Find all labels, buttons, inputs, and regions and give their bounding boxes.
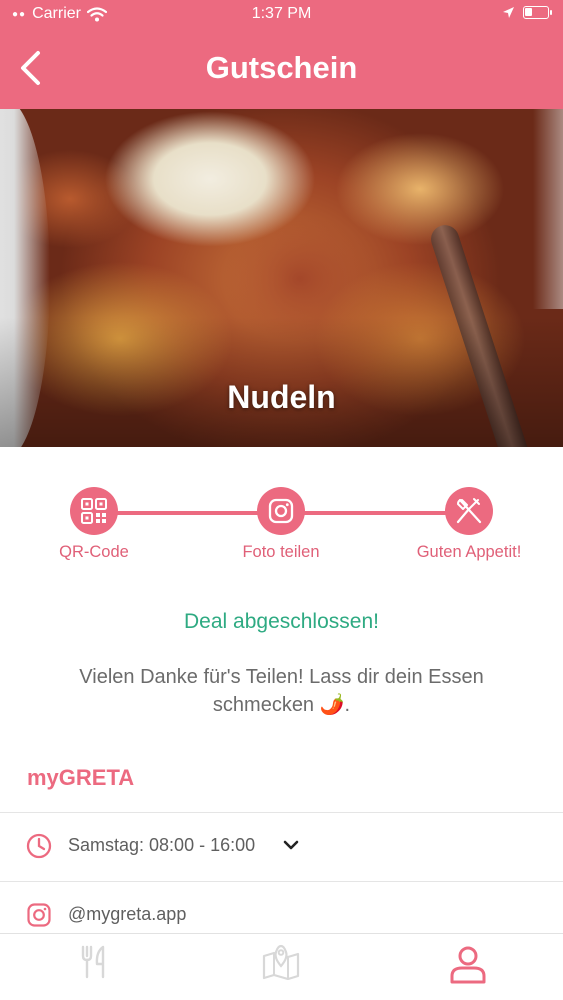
tab-profile[interactable] [438, 944, 498, 994]
battery-icon [523, 6, 552, 19]
divider [0, 812, 563, 813]
restaurant-name: myGRETA [27, 765, 135, 790]
instagram-row[interactable]: @mygreta.app [0, 892, 563, 938]
page-title: Gutschein [205, 50, 358, 85]
step-circle [445, 487, 493, 535]
voucher-steps: QR-Code Foto teilen Guten Appetit! [0, 487, 563, 567]
instagram-icon [268, 498, 294, 524]
clock-icon [26, 833, 52, 859]
chevron-down-icon[interactable] [283, 838, 299, 854]
battery-fill [525, 8, 532, 16]
profile-icon [450, 946, 486, 984]
step-label: Foto teilen [242, 543, 320, 561]
tab-map[interactable] [251, 944, 311, 994]
instagram-handle: @mygreta.app [68, 904, 187, 924]
step-enjoy-meal[interactable]: Guten Appetit! [389, 487, 549, 562]
restaurant-icon [81, 945, 105, 979]
step-label: Guten Appetit! [416, 543, 522, 561]
step-circle [70, 487, 118, 535]
step-qr-code[interactable]: QR-Code [14, 487, 174, 562]
tab-restaurants[interactable] [65, 944, 125, 994]
opening-hours-row[interactable]: Samstag: 08:00 - 16:00 [0, 823, 563, 869]
divider [0, 881, 563, 882]
status-right [502, 6, 552, 19]
navigation-header: ●● Carrier 1:37 PM Gutschein [0, 0, 563, 109]
dish-title: Nudeln [227, 379, 336, 415]
status-bar: ●● Carrier 1:37 PM [0, 0, 563, 30]
location-arrow-icon [503, 7, 514, 18]
plate-edge-right [533, 109, 563, 309]
fork-knife-icon [456, 498, 482, 524]
qr-code-icon [81, 498, 107, 524]
tab-bar [0, 933, 563, 1000]
thank-you-message: Vielen Danke für's Teilen! Lass dir dein… [79, 666, 484, 716]
dish-photo: Nudeln [0, 109, 563, 447]
opening-hours-text: Samstag: 08:00 - 16:00 [68, 835, 256, 855]
deal-status: Deal abgeschlossen! [184, 610, 379, 633]
step-share-photo[interactable]: Foto teilen [201, 487, 361, 562]
status-time: 1:37 PM [251, 5, 312, 22]
map-icon [262, 944, 300, 980]
step-label: QR-Code [59, 543, 129, 561]
step-circle [257, 487, 305, 535]
instagram-icon [26, 902, 52, 928]
